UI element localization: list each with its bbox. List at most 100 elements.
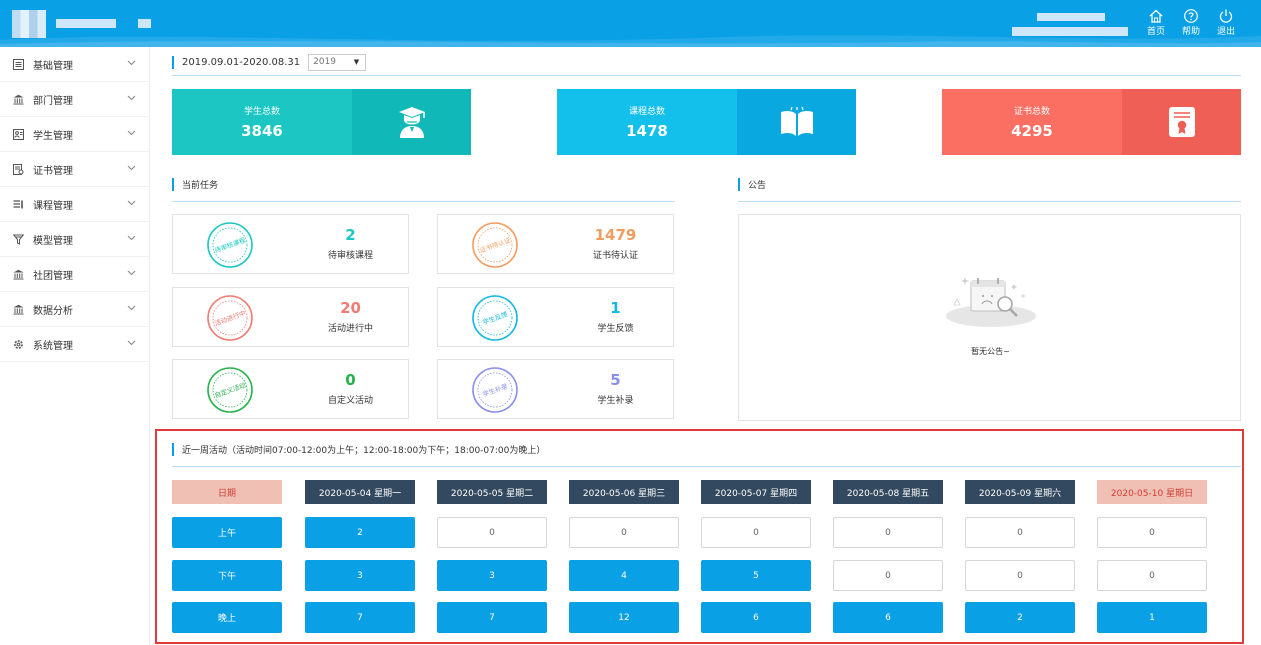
activity-count-cell[interactable]: 6: [833, 602, 943, 633]
time-slot-label[interactable]: 下午: [172, 560, 282, 591]
activity-count-cell[interactable]: 7: [437, 602, 547, 633]
task-card-cert-pending[interactable]: 证书待认证 1479 证书待认证: [437, 214, 674, 274]
bank-icon: [12, 93, 24, 105]
graduate-icon: [398, 107, 425, 138]
activity-count-cell[interactable]: 3: [437, 560, 547, 591]
task-label: 证书待认证: [592, 251, 638, 261]
task-card-pending-course[interactable]: 待审核课程 2 待审核课程: [172, 214, 409, 274]
activity-count-cell[interactable]: 12: [569, 602, 679, 633]
activity-count-cell[interactable]: 4: [569, 560, 679, 591]
app-subtitle-blurred: [138, 19, 151, 28]
task-value: 5: [610, 371, 621, 389]
activity-count-cell[interactable]: 1: [1097, 602, 1207, 633]
chevron-down-icon: [127, 164, 139, 174]
day-header-cell: 2020-05-04 星期一: [305, 480, 415, 504]
help-button-label: 帮助: [1181, 27, 1200, 37]
activity-count-cell[interactable]: 7: [305, 602, 415, 633]
home-icon: [1149, 9, 1163, 23]
chevron-down-icon: [127, 94, 139, 104]
sidebar-item-certificate[interactable]: 证书管理: [0, 152, 149, 187]
chevron-down-icon: [127, 59, 139, 69]
help-button[interactable]: 帮助: [1176, 8, 1206, 40]
year-select[interactable]: 2019 ▼: [308, 53, 367, 71]
task-label: 活动进行中: [327, 324, 373, 334]
section-marker: [172, 55, 174, 69]
task-label: 待审核课程: [327, 251, 373, 261]
stat-card-certificates[interactable]: 证书总数 4295: [942, 89, 1241, 155]
sidebar-item-label: 部门管理: [33, 95, 73, 107]
activity-count-cell: 0: [833, 560, 943, 591]
stamp-text: 学生补录: [481, 381, 509, 399]
day-header-cell: 2020-05-06 星期三: [569, 480, 679, 504]
certificate-icon: [1168, 107, 1195, 137]
home-button-label: 首页: [1146, 27, 1165, 37]
sidebar-item-system[interactable]: 系统管理: [0, 327, 149, 362]
activity-count-cell[interactable]: 3: [305, 560, 415, 591]
activity-count-cell[interactable]: 2: [305, 517, 415, 548]
user-org-blurred: [1012, 27, 1128, 36]
task-value: 0: [345, 371, 356, 389]
sidebar-item-analytics[interactable]: 数据分析: [0, 292, 149, 327]
stat-card-students[interactable]: 学生总数 3846: [172, 89, 471, 155]
tasks-section-title: 当前任务: [172, 178, 218, 191]
notice-empty-text: 暂无公告~: [971, 347, 1010, 356]
student-card-icon: [12, 128, 24, 140]
stamp-text: 自定义活动: [213, 380, 247, 400]
activity-title: 近一周活动（活动时间07:00-12:00为上午；12:00-18:00为下午；…: [182, 446, 546, 456]
sidebar-item-club[interactable]: 社团管理: [0, 257, 149, 292]
task-label: 学生反馈: [597, 324, 634, 334]
stamp-text: 学生反馈: [481, 309, 509, 327]
empty-calendar-icon: [946, 277, 1036, 327]
sidebar-item-label: 社团管理: [33, 270, 73, 282]
stat-card-courses[interactable]: 课程总数 1478: [557, 89, 856, 155]
pending-course-stamp-icon: 待审核课程: [207, 222, 253, 268]
day-header-cell: 2020-05-10 星期日: [1097, 480, 1207, 504]
tasks-title: 当前任务: [182, 181, 219, 191]
activity-count-cell: 0: [437, 517, 547, 548]
user-name-blurred: [1037, 13, 1105, 21]
activity-count-cell[interactable]: 6: [701, 602, 811, 633]
section-marker: [172, 178, 174, 191]
custom-activity-stamp-icon: 自定义活动: [207, 367, 253, 413]
sidebar-item-label: 课程管理: [33, 200, 73, 212]
task-card-custom-activity[interactable]: 自定义活动 0 自定义活动: [172, 359, 409, 419]
list-icon: [12, 58, 24, 70]
home-button[interactable]: 首页: [1141, 8, 1171, 40]
header-wave-decoration: [0, 35, 1261, 47]
period-range: 2019.09.01-2020.08.31: [182, 56, 301, 68]
time-slot-label[interactable]: 晚上: [172, 602, 282, 633]
task-value: 1: [610, 299, 621, 317]
sidebar-item-basic[interactable]: 基础管理: [0, 47, 149, 82]
sidebar-item-student[interactable]: 学生管理: [0, 117, 149, 152]
app-title-blurred: [56, 19, 116, 28]
course-list-icon: [12, 198, 24, 210]
stamp-text: 证书待认证: [478, 235, 512, 255]
stat-title: 课程总数: [628, 107, 665, 117]
task-card-student-feedback[interactable]: 学生反馈 1 学生反馈: [437, 287, 674, 347]
chevron-down-icon: [127, 199, 139, 209]
chevron-down-icon: [127, 304, 139, 314]
task-value: 1479: [594, 226, 637, 244]
chevron-down-icon: [127, 234, 139, 244]
activity-count-cell[interactable]: 2: [965, 602, 1075, 633]
sidebar-item-model[interactable]: 模型管理: [0, 222, 149, 257]
activity-count-cell: 0: [1097, 560, 1207, 591]
logout-button[interactable]: 退出: [1211, 8, 1241, 40]
time-slot-label[interactable]: 上午: [172, 517, 282, 548]
sidebar-item-department[interactable]: 部门管理: [0, 82, 149, 117]
task-card-activity-ongoing[interactable]: 活动进行中 20 活动进行中: [172, 287, 409, 347]
activity-count-cell: 0: [833, 517, 943, 548]
stat-icon-box: [1122, 89, 1241, 155]
student-supplement-stamp-icon: 学生补录: [472, 367, 518, 413]
task-card-student-supplement[interactable]: 学生补录 5 学生补录: [437, 359, 674, 419]
activity-count-cell[interactable]: 5: [701, 560, 811, 591]
sidebar-item-label: 学生管理: [33, 130, 73, 142]
task-label: 学生补录: [597, 396, 634, 406]
date-header-cell: 日期: [172, 480, 282, 504]
gear-icon: [12, 338, 24, 350]
stat-value: 1478: [626, 122, 668, 140]
activity-count-cell: 0: [569, 517, 679, 548]
stamp-text: 活动进行中: [213, 308, 247, 328]
activity-count-cell: 0: [701, 517, 811, 548]
sidebar-item-course[interactable]: 课程管理: [0, 187, 149, 222]
